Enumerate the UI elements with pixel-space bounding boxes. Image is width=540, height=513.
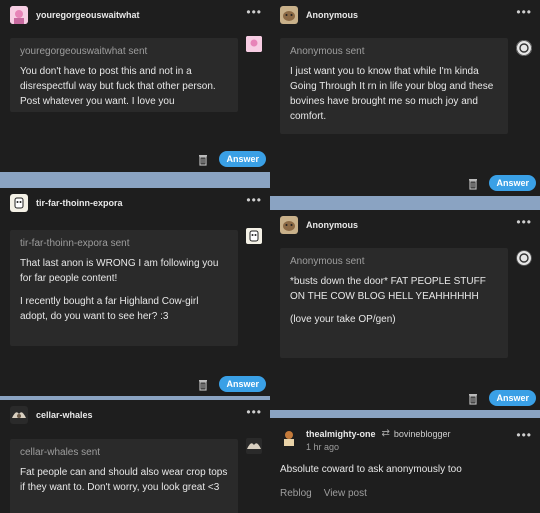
ask-bubble: Anonymous sent *busts down the door* FAT…	[280, 248, 508, 358]
ask-text: I just want you to know that while I'm k…	[290, 66, 494, 122]
more-options-icon[interactable]: •••	[516, 5, 532, 19]
reblog-card: thealmighty-one ⇄ bovineblogger 1 hr ago…	[270, 418, 540, 513]
ask-sender: cellar-whales sent	[20, 447, 101, 458]
answer-button[interactable]: Answer	[219, 376, 266, 392]
anonymous-icon	[516, 40, 532, 56]
avatar[interactable]	[10, 406, 28, 424]
avatar[interactable]	[10, 6, 28, 24]
ask-card-5: cellar-whales ••• cellar-whales sent Fat…	[0, 400, 270, 513]
ask-bubble: cellar-whales sent Fat people can and sh…	[10, 439, 238, 513]
ask-sender: tir-far-thoinn-expora sent	[20, 238, 130, 249]
reblog-link[interactable]: Reblog	[280, 488, 312, 499]
ask-text-paragraph-2: (love your take OP/gen)	[290, 314, 396, 325]
post-actions: Answer	[197, 151, 266, 167]
card-header: youregorgeouswaitwhat •••	[0, 0, 270, 30]
card-header: Anonymous •••	[270, 210, 540, 240]
post-actions: Answer	[467, 175, 536, 191]
more-options-icon[interactable]: •••	[516, 215, 532, 229]
username[interactable]: thealmighty-one	[306, 429, 376, 439]
ask-avatar	[246, 438, 262, 454]
more-options-icon[interactable]: •••	[516, 428, 532, 442]
ask-sender: Anonymous sent	[290, 256, 365, 267]
ask-text: You don't have to post this and not in a…	[20, 66, 216, 107]
username[interactable]: cellar-whales	[36, 410, 93, 420]
more-options-icon[interactable]: •••	[246, 405, 262, 419]
ask-sender: youregorgeouswaitwhat sent	[20, 46, 148, 57]
ask-card-2: Anonymous ••• Anonymous sent I just want…	[270, 0, 540, 196]
post-actions: Answer	[467, 390, 536, 406]
reblog-icon: ⇄	[381, 428, 390, 439]
ask-card-3: tir-far-thoinn-expora ••• tir-far-thoinn…	[0, 188, 270, 396]
post-actions: Answer	[197, 376, 266, 392]
answer-button[interactable]: Answer	[489, 175, 536, 191]
ask-text: Fat people can and should also wear crop…	[20, 467, 228, 493]
ask-avatar	[246, 36, 262, 52]
ask-bubble: Anonymous sent I just want you to know t…	[280, 38, 508, 134]
more-options-icon[interactable]: •••	[246, 5, 262, 19]
username: Anonymous	[306, 10, 359, 20]
avatar[interactable]	[280, 216, 298, 234]
trash-icon[interactable]	[197, 378, 209, 391]
avatar[interactable]	[10, 194, 28, 212]
answer-button[interactable]: Answer	[219, 151, 266, 167]
card-header: cellar-whales •••	[0, 400, 270, 430]
username: Anonymous	[306, 220, 359, 230]
ask-text-paragraph-1: *busts down the door* FAT PEOPLE STUFF O…	[290, 276, 486, 302]
ask-card-4: Anonymous ••• Anonymous sent *busts down…	[270, 210, 540, 410]
post-links: Reblog View post	[280, 488, 379, 499]
card-header: tir-far-thoinn-expora •••	[0, 188, 270, 218]
reblog-header: thealmighty-one ⇄ bovineblogger 1 hr ago	[280, 428, 450, 452]
card-header: Anonymous •••	[270, 0, 540, 30]
ask-avatar	[246, 228, 262, 244]
view-post-link[interactable]: View post	[324, 488, 367, 499]
post-time: 1 hr ago	[306, 442, 340, 452]
ask-text-paragraph-2: I recently bought a far Highland Cow-gir…	[20, 296, 199, 322]
ask-sender: Anonymous sent	[290, 46, 365, 57]
username[interactable]: tir-far-thoinn-expora	[36, 198, 123, 208]
ask-bubble: tir-far-thoinn-expora sent That last ano…	[10, 230, 238, 346]
answer-button[interactable]: Answer	[489, 390, 536, 406]
trash-icon[interactable]	[467, 392, 479, 405]
post-body: Absolute coward to ask anonymously too	[280, 464, 462, 475]
username[interactable]: youregorgeouswaitwhat	[36, 10, 140, 20]
avatar[interactable]	[280, 428, 298, 446]
trash-icon[interactable]	[467, 177, 479, 190]
avatar[interactable]	[280, 6, 298, 24]
anonymous-icon	[516, 250, 532, 266]
trash-icon[interactable]	[197, 153, 209, 166]
ask-bubble: youregorgeouswaitwhat sent You don't hav…	[10, 38, 238, 112]
ask-card-1: youregorgeouswaitwhat ••• youregorgeousw…	[0, 0, 270, 172]
more-options-icon[interactable]: •••	[246, 193, 262, 207]
reblog-source[interactable]: bovineblogger	[394, 429, 451, 439]
ask-text-paragraph-1: That last anon is WRONG I am following y…	[20, 258, 219, 284]
